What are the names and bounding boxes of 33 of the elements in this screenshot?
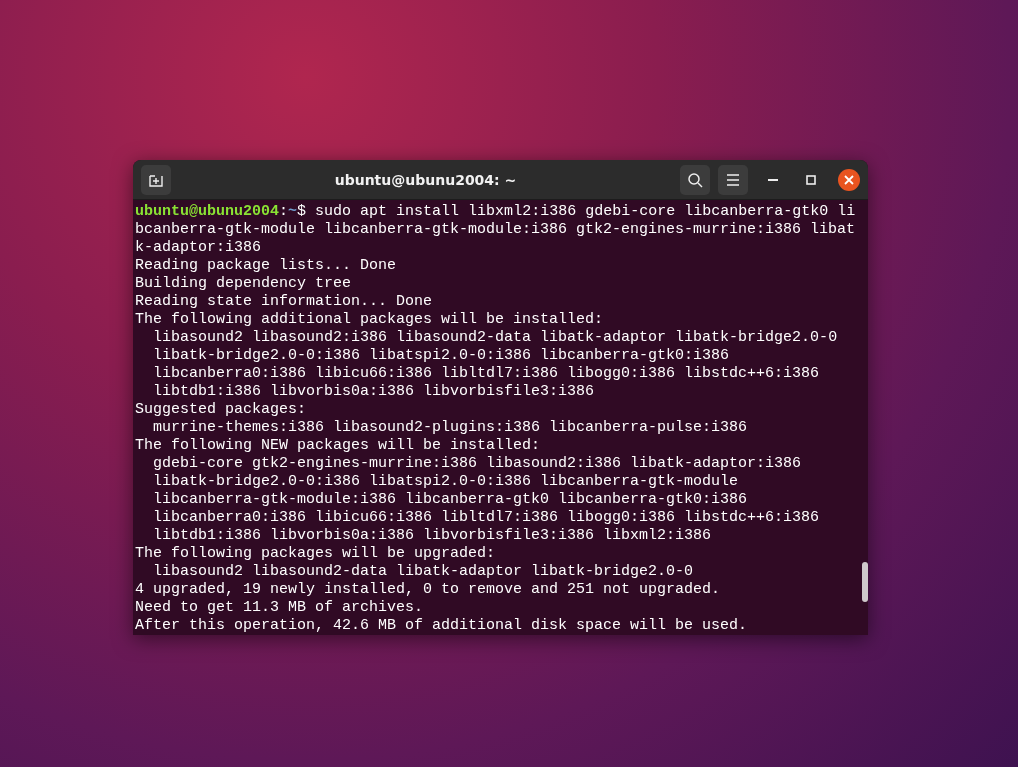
output-line: Suggested packages: <box>135 401 308 419</box>
menu-button[interactable] <box>718 164 748 195</box>
output-line: Reading package lists... Done <box>135 257 398 275</box>
minimize-icon <box>768 178 778 181</box>
output-line: libtdb1:i386 libvorbis0a:i386 libvorbisfile3:i386 libxml2:i386 <box>152 527 713 545</box>
output-line: libatk-bridge2.0-0:i386 libatspi2.0-0:i386 libcanberra-gtk-module <box>152 473 740 491</box>
output-line: The following NEW packages will be installed: <box>135 437 542 455</box>
maximize-icon <box>806 174 816 185</box>
output-line: libatk-bridge2.0-0:i386 libatspi2.0-0:i386 libcanberra-gtk0:i386 <box>152 347 731 365</box>
output-line: libasound2 libasound2-data libatk-adaptor libatk-bridge2.0-0 <box>152 563 695 581</box>
close-button[interactable] <box>838 168 860 191</box>
output-line: libcanberra-gtk-module:i386 libcanberra-gtk0 libcanberra-gtk0:i386 <box>152 491 749 509</box>
output-line: The following packages will be upgraded: <box>135 545 497 563</box>
output-line: After this operation, 42.6 MB of additional disk space will be used. <box>135 617 749 635</box>
window-title: ubuntu@ubunu2004: ~ <box>333 171 518 188</box>
output-line: libcanberra0:i386 libicu66:i386 libltdl7:i386 libogg0:i386 libstdc++6:i386 <box>152 365 821 383</box>
output-line: Need to get 11.3 MB of archives. <box>135 599 425 617</box>
output-line: 4 upgraded, 19 newly installed, 0 to remove and 251 not upgraded. <box>135 581 722 599</box>
new-tab-button[interactable] <box>141 164 171 195</box>
output-line: libasound2 libasound2:i386 libasound2-data libatk-adaptor libatk-bridge2.0-0 <box>152 329 839 347</box>
output-line: Building dependency tree <box>135 275 353 293</box>
output-line: murrine-themes:i386 libasound2-plugins:i386 libcanberra-pulse:i386 <box>152 419 749 437</box>
output-line: libcanberra0:i386 libicu66:i386 libltdl7:i386 libogg0:i386 libstdc++6:i386 <box>152 509 821 527</box>
output-line: gdebi-core gtk2-engines-murrine:i386 libasound2:i386 libatk-adaptor:i386 <box>152 455 803 473</box>
output-line: Reading state information... Done <box>135 293 434 311</box>
output-line: The following additional packages will be installed: <box>135 311 605 329</box>
menu-icon <box>726 173 740 186</box>
search-button[interactable] <box>680 164 710 195</box>
output-line: libtdb1:i386 libvorbis0a:i386 libvorbisfile3:i386 <box>152 383 596 401</box>
command-line: ubuntu@ubunu2004:~$ sudo apt install libxml2:i386 gdebi-core libcanberra-gtk0 libcanberra-gtk-module libcanberra-gtk-module:i386 gtk2-engines-murrine:i386 libatk-adaptor:i386 <box>135 203 856 257</box>
scrollbar-thumb[interactable] <box>862 562 868 602</box>
search-icon <box>687 171 703 188</box>
close-icon <box>844 174 854 185</box>
